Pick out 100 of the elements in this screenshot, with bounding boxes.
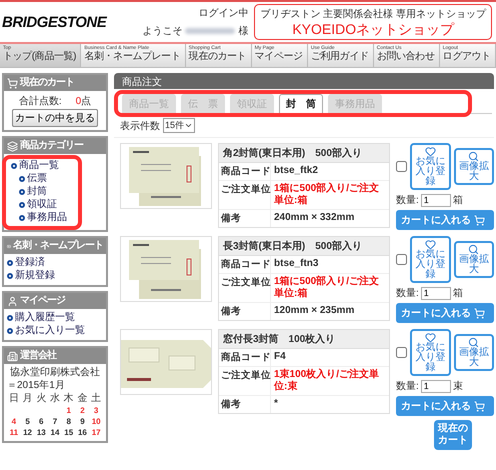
calendar-day: 8 [62,417,76,427]
product-name: 角2封筒(東日本用) 500部入り [219,144,389,163]
logo[interactable]: BRIDGESTONE [2,14,136,30]
quantity-field[interactable]: 1 [420,286,451,300]
shop-name: KYOEIDOネットショップ [292,21,454,37]
sidebar-link[interactable]: 新規登録 [7,270,55,282]
category-link[interactable]: 商品一覧 [11,160,59,172]
checkbox[interactable] [396,347,407,358]
checkbox[interactable] [396,254,407,265]
category-link[interactable]: 事務用品 [11,212,67,224]
calendar-day: 4 [7,417,21,427]
panel-title: 運営会社 [20,350,56,362]
calendar-day: 11 [7,428,21,438]
calendar-day: 14 [48,428,62,438]
checkbox[interactable] [396,161,407,172]
heart-icon [424,332,436,343]
panel-title: 名刺・ネームプレート [13,240,103,252]
calendar-day: 5 [20,417,34,427]
table-cell: 商品コード [219,163,271,180]
building-icon [7,350,18,362]
welcome-text: ようこそ [142,25,182,38]
table-cell-text: 1箱に500部入り/ご注文単位:箱 [273,274,380,301]
shop-tagline: ブリヂストン 主要関係会社様 専用ネットショップ [260,8,486,21]
quantity-field[interactable]: 1 [420,380,451,392]
bullet-icon [19,176,25,182]
table-cell-text: btse_ftn3 [273,257,320,271]
sidebar-link[interactable]: お気に入り一覧 [7,325,85,337]
calendar-day: 15 [62,428,76,438]
panel-title: 商品カテゴリー [20,140,83,152]
section-title: 商品注文 [114,73,494,89]
bullet-icon [7,260,13,266]
cart-icon [474,308,485,318]
calendar-day: 10 [89,417,103,427]
quantity-label: 数量: [396,380,419,393]
calendar-day: 9 [76,417,90,427]
cart-icon [7,78,18,88]
search-icon [468,151,480,162]
category-link[interactable]: 封筒 [11,186,47,198]
panel-title: マイページ [20,295,65,307]
zoom-button[interactable]: 画像拡大 [454,334,494,371]
bullet-icon [19,189,25,195]
view-cart-button[interactable]: カートの中を見る [12,109,98,127]
table-cell: ご注文単位 [219,181,271,209]
table-cell: 商品コード [219,349,271,366]
honorific-text: 様 [238,24,248,38]
search-icon [468,244,480,255]
category-link[interactable]: 伝票 [11,173,47,185]
company-name: 協永堂印刷株式会社 [10,367,100,379]
calendar-day: 16 [76,428,90,438]
bullet-icon [19,215,25,221]
blurred-name [185,28,236,34]
table-cell-text: * [273,397,279,411]
shop-banner[interactable]: ブリヂストン 主要関係会社様 専用ネットショップ KYOEIDOネットショップ [254,4,492,40]
calendar-day: 7 [48,417,62,427]
points-value: 0 [76,96,82,107]
zoom-button[interactable]: 画像拡大 [454,148,494,185]
points-label: 合計点数: [18,94,62,108]
person-icon [7,296,18,306]
per-page-select[interactable]: 15件 [163,118,196,133]
table-cell-text: 120mm × 235mm [273,304,356,318]
favorite-button[interactable]: お気に入り登録 [410,236,450,283]
calendar-day: 12 [20,428,34,438]
quantity-label: 数量: [396,194,419,207]
category-tab[interactable]: 封 筒 [279,94,323,113]
unit-label: 束 [452,380,463,393]
per-page-label: 表示件数 [120,120,160,132]
sidebar-link[interactable]: 購入履歴一覧 [7,312,75,324]
calendar-day: 2 [76,406,90,416]
table-cell: 備考 [219,396,271,413]
bullet-icon [19,202,25,208]
table-cell: 備考 [219,303,271,320]
table-cell: 商品コード [219,256,271,273]
table-cell: 備考 [219,210,271,227]
cart-icon [474,400,485,412]
product-name: 長3封筒(東日本用) 500部入り [219,237,389,256]
weekday-label: 日 [8,393,20,405]
heart-icon [424,239,436,250]
calendar-day: 6 [34,417,48,427]
sidebar-link[interactable]: 登録済 [7,257,45,269]
favorite-button[interactable]: お気に入り登録 [410,329,450,376]
bullet-icon [7,273,13,279]
zoom-button[interactable]: 画像拡大 [454,241,494,278]
unit-label: 箱 [452,287,463,300]
table-cell-text: 1箱に500部入り/ご注文単位:箱 [273,181,380,208]
table-cell: ご注文単位 [219,274,271,302]
favorite-button[interactable]: お気に入り登録 [410,143,450,190]
weekday-label: 月 [22,393,34,405]
bullet-icon [7,315,13,321]
calendar-month: ＝2015年1月 [7,380,66,392]
table-cell-text: 240mm × 332mm [273,211,356,225]
quantity-label: 数量: [396,287,419,300]
quantity-field[interactable]: 1 [420,194,451,206]
calendar-day: 13 [34,428,48,438]
category-link[interactable]: 領収証 [11,199,57,211]
search-icon [468,337,480,348]
weekday-label: 木 [62,393,75,405]
panel-title: 現在のカート [20,77,74,89]
heart-icon [424,146,436,157]
bullet-icon [7,328,13,334]
unit-label: 箱 [452,194,463,207]
